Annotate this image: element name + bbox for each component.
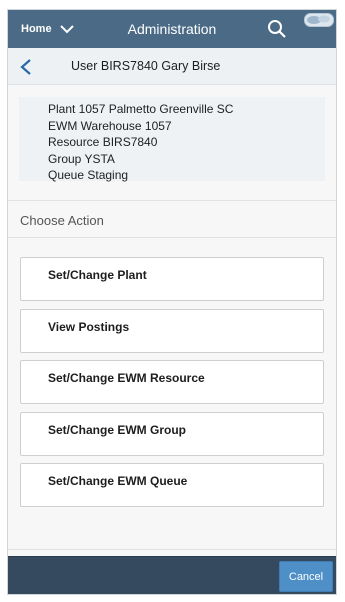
plant-line: Plant 1057 Palmetto Greenville SC [48,102,234,116]
shell-header: Home Administration [8,10,336,48]
action-list: Set/Change Plant View Postings Set/Chang… [8,238,336,550]
back-arrow-icon[interactable] [19,59,33,75]
footer-bar: Cancel [8,556,336,594]
queue-line: Queue Staging [48,168,129,183]
set-change-ewm-queue-button[interactable]: Set/Change EWM Queue [20,463,324,508]
view-postings-button[interactable]: View Postings [20,308,324,353]
resource-line: Resource BIRS7840 [48,135,158,150]
cancel-button[interactable]: Cancel [279,561,333,592]
info-panel: Plant 1057 Palmetto Greenville SC EWM Wa… [19,97,325,183]
home-label: Home [21,23,52,35]
section-title: Choose Action [8,201,336,238]
user-title: User BIRS7840 Gary Birse [71,59,221,73]
sub-header: User BIRS7840 Gary Birse [8,48,336,85]
app-frame: Home Administration User BIRS7840 Gary B… [7,9,337,595]
set-change-ewm-group-button[interactable]: Set/Change EWM Group [20,411,324,456]
set-change-plant-button[interactable]: Set/Change Plant [20,257,324,301]
set-change-ewm-resource-button[interactable]: Set/Change EWM Resource [20,360,324,405]
group-line: Group YSTA [48,151,115,166]
company-logo [304,13,334,27]
info-section: Plant 1057 Palmetto Greenville SC EWM Wa… [8,85,336,201]
home-menu[interactable]: Home [21,23,74,35]
search-icon[interactable] [267,19,287,39]
warehouse-line: EWM Warehouse 1057 [48,118,172,133]
chevron-down-icon [59,25,74,34]
